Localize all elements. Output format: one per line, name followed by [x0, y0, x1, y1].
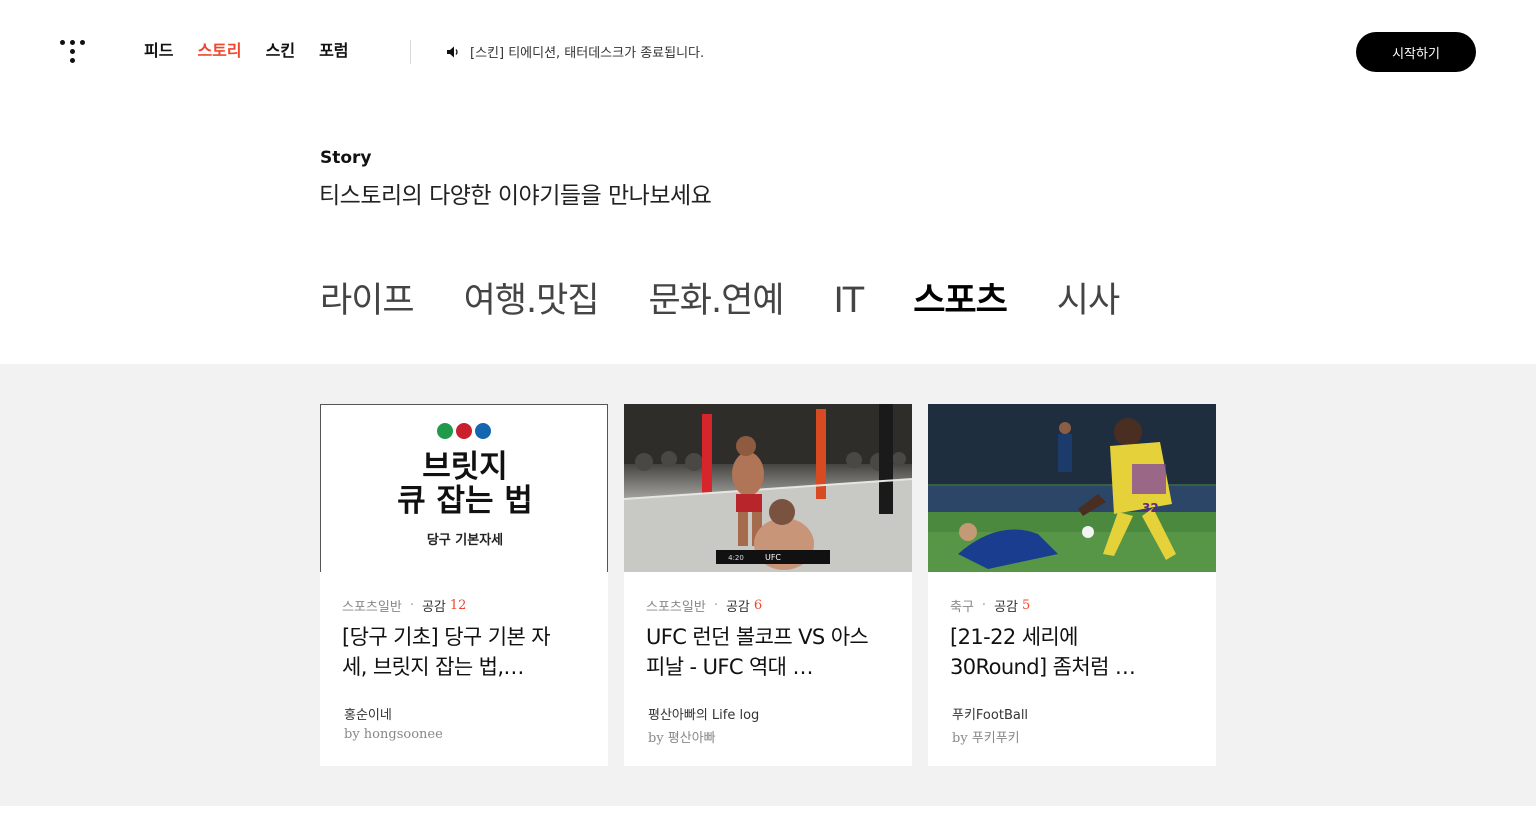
main-nav: 피드 스토리 스킨 포럼 [144, 40, 373, 62]
tab-travel-food[interactable]: 여행.맛집 [464, 278, 600, 324]
start-button[interactable]: 시작하기 [1356, 32, 1476, 72]
card-title[interactable]: UFC 런던 볼코프 VS 아스피날 - UFC 역대 … [646, 622, 876, 682]
story-list: 브릿지 큐 잡는 법 당구 기본자세 스포츠일반 · 공감 12 [당구 기초]… [0, 364, 1536, 806]
thumbnail-heading-line2: 큐 잡는 법 [397, 483, 533, 519]
card-title[interactable]: [21-22 세리에 30Round] 좀처럼 … [950, 622, 1180, 682]
header: 피드 스토리 스킨 포럼 [스킨] 티에디션, 태터데스크가 종료됩니다. 시작… [0, 0, 1536, 104]
card-thumbnail: 32 [928, 404, 1216, 572]
ufc-fight-image: UFC 4:20 [624, 404, 912, 572]
blog-name[interactable]: 평산아빠의 Life log [648, 704, 759, 723]
story-card[interactable]: 32 축구 · 공감 5 [21-22 세리에 30Round] 좀처럼 … 푸… [928, 404, 1216, 766]
author-name: by hongsoonee [344, 727, 443, 742]
section-label: Story [320, 148, 372, 168]
card-thumbnail: 브릿지 큐 잡는 법 당구 기본자세 [320, 404, 608, 572]
tab-sports[interactable]: 스포츠 [911, 278, 1009, 326]
nav-item-forum[interactable]: 포럼 [319, 40, 348, 62]
author-name: by 평산아빠 [648, 731, 716, 746]
notice-link[interactable]: [스킨] 티에디션, 태터데스크가 종료됩니다. [446, 42, 704, 61]
meta-separator: · [713, 598, 718, 613]
tab-current-affairs[interactable]: 시사 [1057, 278, 1120, 324]
likes-label: 공감 [994, 600, 1018, 615]
blog-name[interactable]: 홍순이네 [344, 704, 392, 723]
speaker-icon [447, 46, 458, 57]
card-thumbnail: UFC 4:20 [624, 404, 912, 572]
thumbnail-subtitle: 당구 기본자세 [426, 533, 504, 548]
likes-count: 6 [753, 598, 763, 613]
card-category: 축구 [950, 600, 974, 615]
likes-count: 5 [1021, 598, 1031, 613]
author-name: by 푸키푸키 [952, 731, 1020, 746]
likes-count: 12 [449, 598, 467, 613]
jersey-number: 32 [1142, 501, 1159, 515]
page-title: 티스토리의 다양한 이야기들을 만나보세요 [319, 183, 712, 209]
tab-life[interactable]: 라이프 [320, 278, 415, 324]
header-divider [410, 40, 411, 64]
card-meta: 축구 · 공감 5 [950, 596, 1030, 615]
scoreboard-time: 4:20 [728, 554, 744, 562]
nav-item-story[interactable]: 스토리 [197, 40, 241, 62]
meta-separator: · [981, 598, 987, 613]
nav-item-feed[interactable]: 피드 [144, 40, 173, 62]
nav-item-skin[interactable]: 스킨 [266, 40, 295, 62]
billiard-balls-icon [437, 423, 491, 439]
tistory-logo-icon[interactable] [60, 40, 86, 64]
card-title[interactable]: [당구 기초] 당구 기본 자세, 브릿지 잡는 법,… [342, 622, 572, 682]
blog-name[interactable]: 푸키FootBall [952, 704, 1028, 723]
likes-label: 공감 [725, 600, 750, 615]
tab-it[interactable]: IT [833, 278, 864, 324]
card-meta: 스포츠일반 · 공감 12 [342, 596, 466, 615]
football-match-image: 32 [928, 404, 1216, 572]
category-tabs: 라이프 여행.맛집 문화.연예 IT 스포츠 시사 [320, 278, 1169, 326]
tab-culture-entertainment[interactable]: 문화.연예 [649, 278, 785, 324]
story-card[interactable]: 브릿지 큐 잡는 법 당구 기본자세 스포츠일반 · 공감 12 [당구 기초]… [320, 404, 608, 766]
card-category: 스포츠일반 [342, 600, 402, 615]
card-meta: 스포츠일반 · 공감 6 [646, 596, 762, 615]
card-category: 스포츠일반 [646, 600, 706, 615]
notice-text: [스킨] 티에디션, 태터데스크가 종료됩니다. [470, 46, 705, 61]
likes-label: 공감 [421, 600, 446, 615]
meta-separator: · [409, 598, 414, 613]
thumbnail-heading-line1: 브릿지 [422, 449, 508, 485]
story-card[interactable]: UFC 4:20 스포츠일반 · 공감 6 UFC 런던 볼코프 VS 아스피날… [624, 404, 912, 766]
scoreboard-text: UFC [765, 553, 781, 562]
